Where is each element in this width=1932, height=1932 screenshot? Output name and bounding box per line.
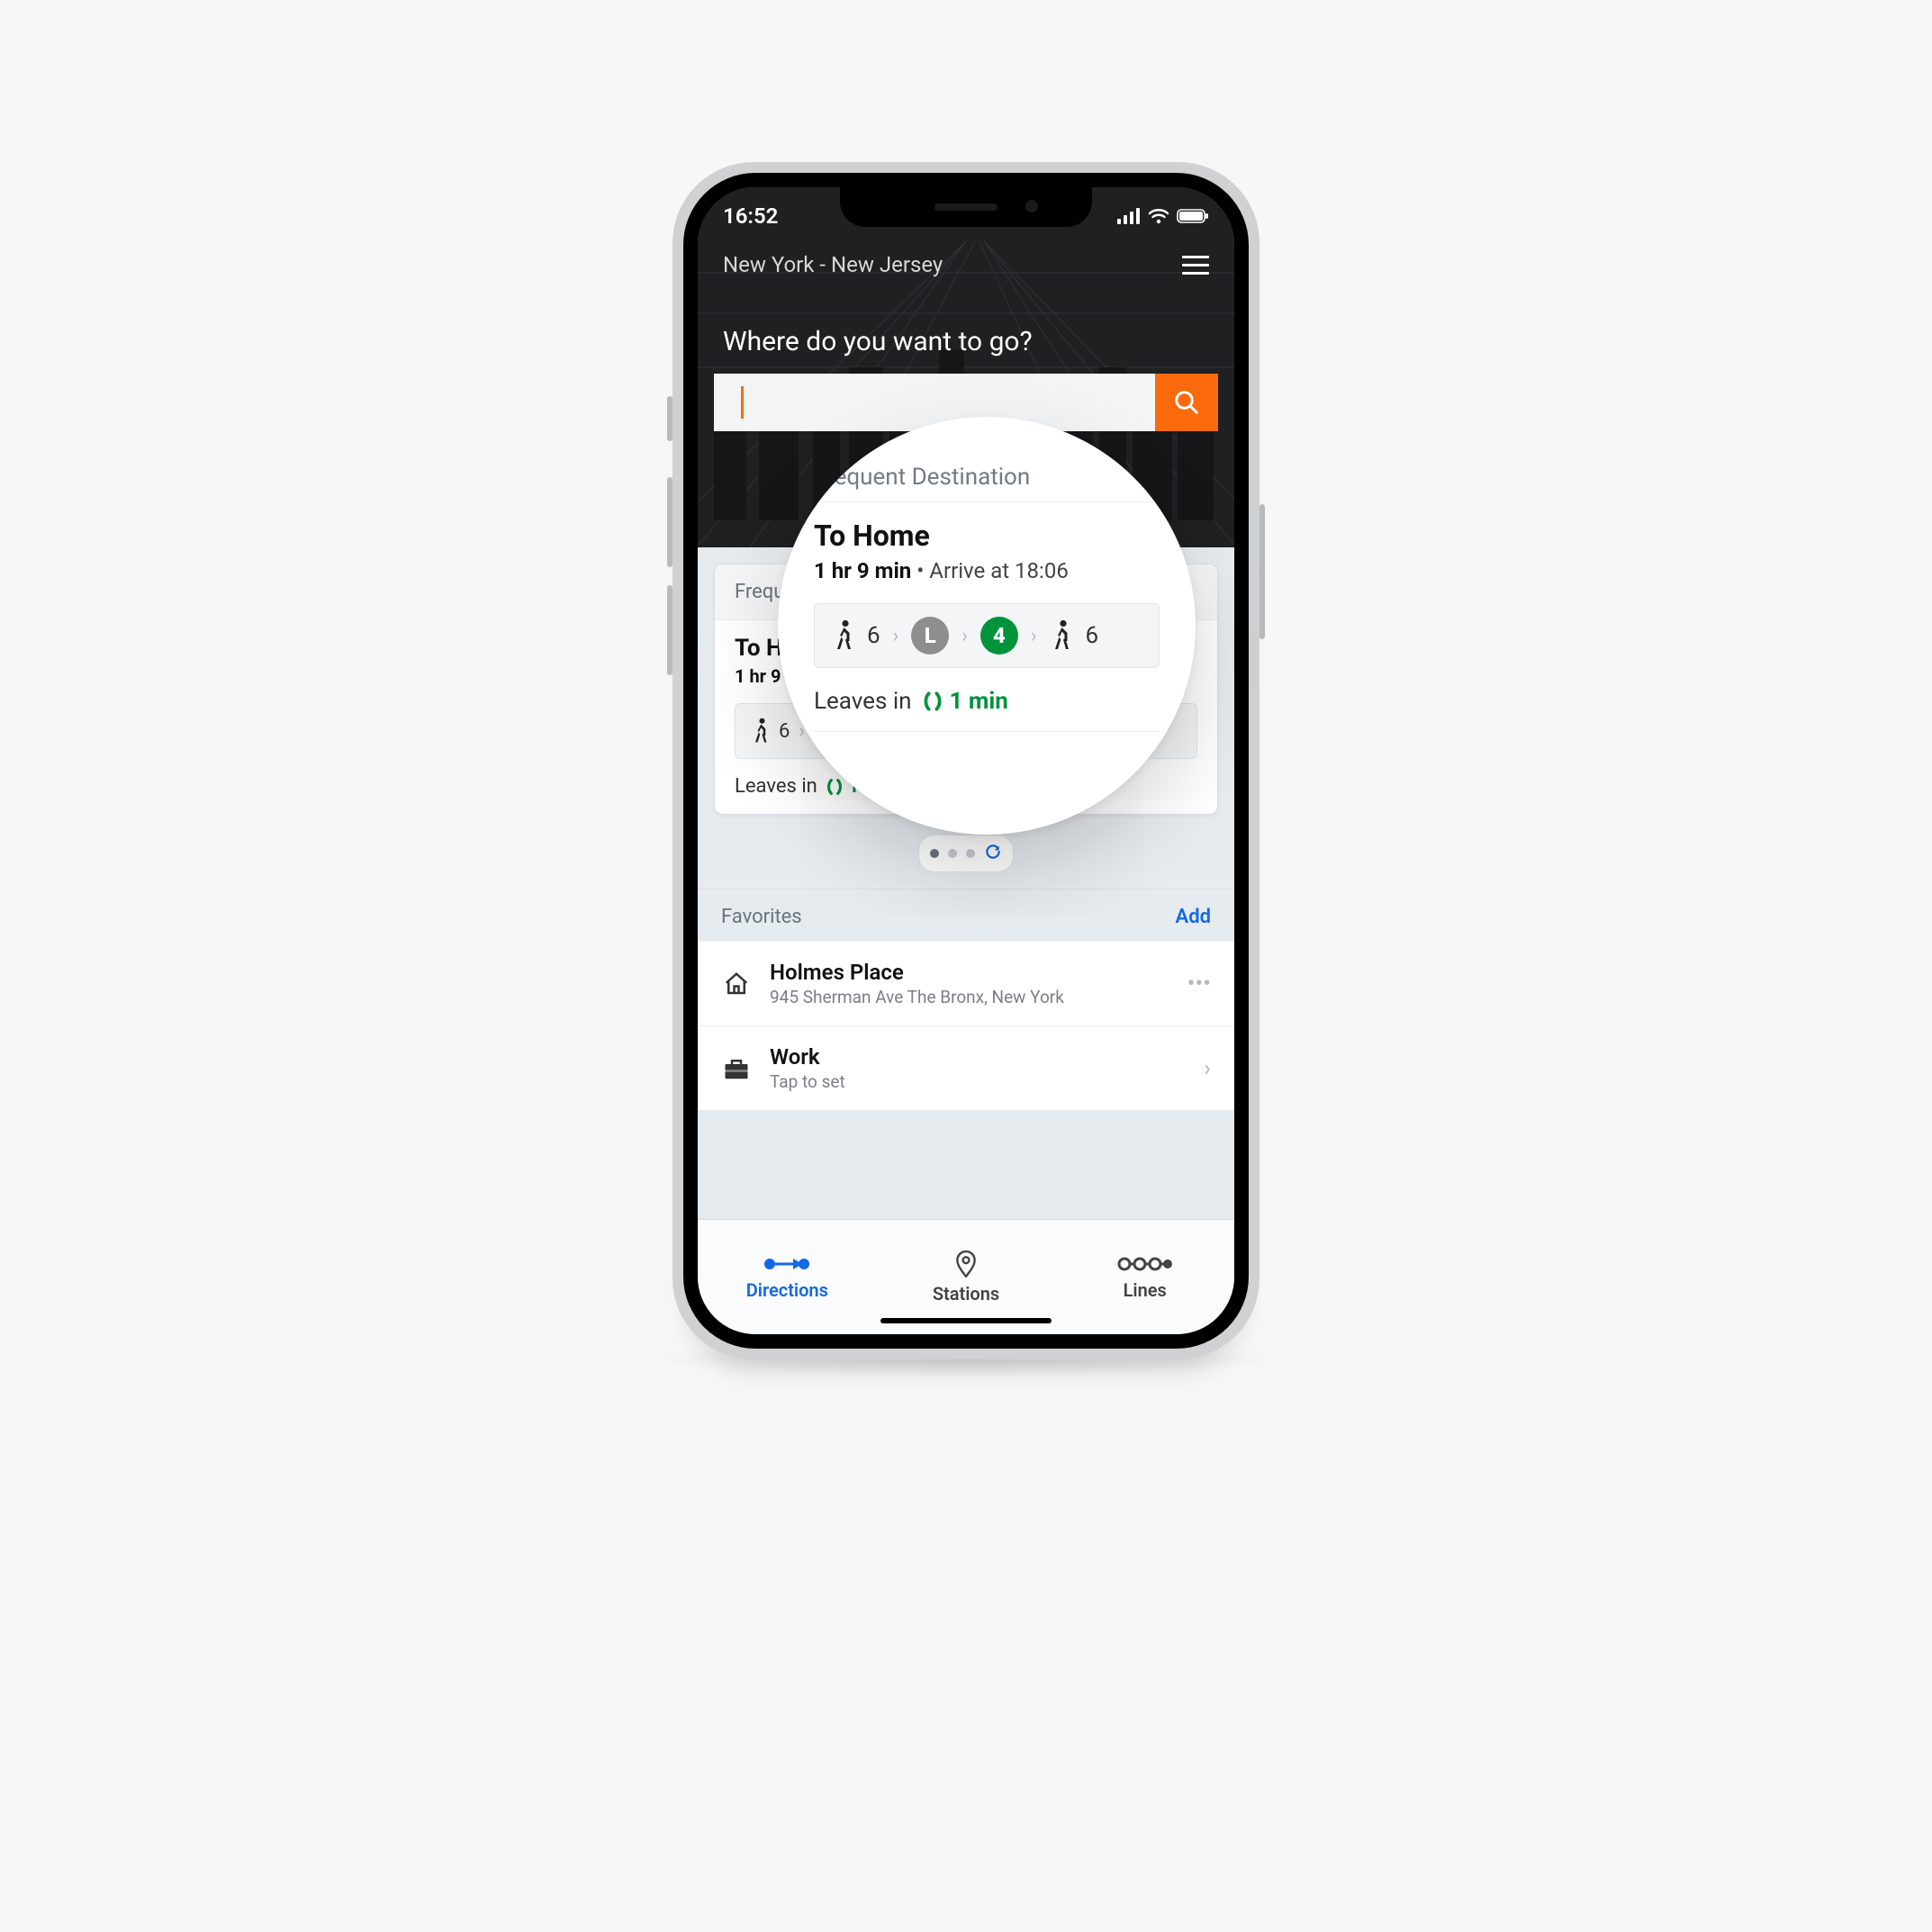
favorite-row-home[interactable]: Holmes Place 945 Sherman Ave The Bronx, … <box>698 941 1234 1025</box>
battery-icon <box>1177 208 1209 224</box>
home-indicator[interactable] <box>880 1318 1052 1323</box>
chevron-right-icon: › <box>1031 625 1037 647</box>
home-icon <box>721 971 752 998</box>
destination-subtitle: 1 hr 9 min • Arrive at 18:06 <box>814 558 1160 583</box>
favorite-subtitle: 945 Sherman Ave The Bronx, New York <box>770 987 1169 1007</box>
favorite-row-work[interactable]: Work Tap to set › <box>698 1025 1234 1110</box>
line-badge-4: 4 <box>980 617 1018 655</box>
carousel-pager[interactable] <box>918 835 1014 872</box>
walk-icon <box>831 619 854 652</box>
search-icon <box>1173 389 1200 416</box>
destination-title: To Home <box>814 519 1160 553</box>
search-button[interactable] <box>1155 374 1218 431</box>
wifi-icon <box>1148 208 1169 224</box>
page-dot[interactable] <box>948 849 957 858</box>
more-button[interactable]: ••• <box>1187 971 1211 998</box>
live-icon <box>826 777 843 797</box>
region-label[interactable]: New York - New Jersey <box>723 252 943 277</box>
status-bar: 16:52 <box>698 187 1234 229</box>
chevron-right-icon: › <box>961 625 968 647</box>
page-dot[interactable] <box>966 849 975 858</box>
walk-icon <box>1049 619 1072 652</box>
favorite-title: Holmes Place <box>770 960 1169 985</box>
page-dot[interactable] <box>930 849 939 858</box>
chevron-right-icon: › <box>893 625 899 647</box>
menu-button[interactable] <box>1182 256 1209 275</box>
leaves-label: Leaves in <box>814 688 912 715</box>
tab-stations[interactable]: Stations <box>877 1220 1056 1334</box>
refresh-button[interactable] <box>984 843 1002 864</box>
favorite-title: Work <box>770 1044 1186 1070</box>
text-cursor <box>741 386 744 419</box>
cellular-icon <box>1117 208 1141 224</box>
favorites-label: Favorites <box>721 906 802 928</box>
leaves-value: 1 min <box>923 688 1008 715</box>
lines-icon <box>1117 1254 1173 1274</box>
favorites-header: Favorites Add <box>698 889 1234 941</box>
frequent-section-label: Frequent Destination <box>814 464 1160 502</box>
tab-bar: Directions Stations <box>698 1219 1234 1334</box>
route-steps: 6 › L › 4 › 6 <box>814 603 1160 668</box>
walk-icon <box>750 718 770 745</box>
chevron-right-icon: › <box>1204 1055 1211 1082</box>
tab-lines[interactable]: Lines <box>1055 1220 1234 1334</box>
favorite-subtitle: Tap to set <box>770 1071 1186 1092</box>
status-time: 16:52 <box>723 203 778 229</box>
line-badge-l: L <box>911 617 949 655</box>
add-favorite-button[interactable]: Add <box>1176 906 1211 928</box>
live-icon <box>923 690 943 713</box>
tab-directions[interactable]: Directions <box>698 1220 877 1334</box>
search-prompt: Where do you want to go? <box>698 277 1234 374</box>
directions-icon <box>763 1254 811 1274</box>
leaves-label: Leaves in <box>735 775 817 798</box>
briefcase-icon <box>721 1056 752 1081</box>
pin-icon <box>954 1250 978 1277</box>
magnifier-callout: Frequent Destination To Home 1 hr 9 min … <box>778 417 1196 835</box>
